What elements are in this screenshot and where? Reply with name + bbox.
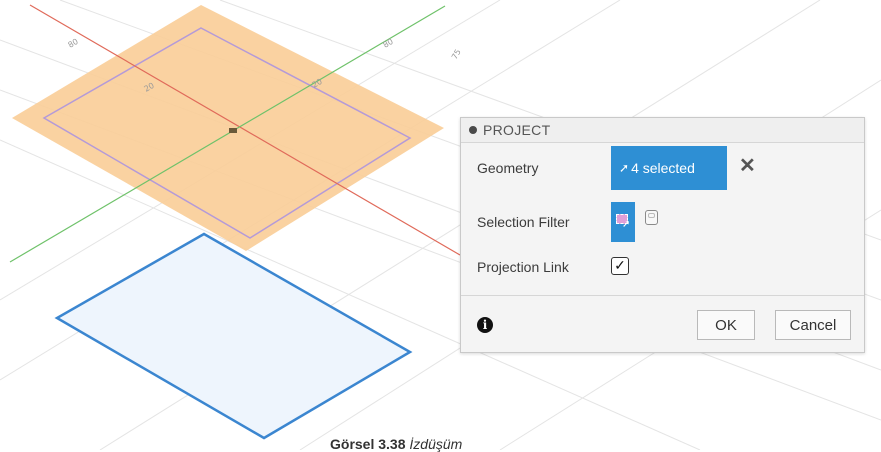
select-filter-icon[interactable]: ➚ — [611, 202, 635, 242]
selection-filter-label: Selection Filter — [477, 214, 570, 230]
geometry-selection-button[interactable]: ➚ 4 selected — [611, 146, 727, 190]
dialog-title: PROJECT — [483, 122, 551, 138]
project-dialog: PROJECT Geometry ➚ 4 selected ✕ Selectio… — [460, 117, 865, 353]
geometry-selection-count: 4 selected — [631, 160, 695, 176]
projection-link-label: Projection Link — [477, 259, 569, 275]
geometry-label: Geometry — [477, 160, 539, 176]
info-icon[interactable]: i — [477, 317, 493, 333]
ok-button[interactable]: OK — [697, 310, 755, 340]
tick-label: 80 — [382, 37, 395, 50]
tick-label: 80 — [67, 37, 80, 50]
projection-link-checkbox[interactable]: ✓ — [611, 257, 629, 275]
divider — [461, 295, 864, 296]
cancel-button[interactable]: Cancel — [775, 310, 851, 340]
body-filter-icon[interactable] — [645, 210, 658, 225]
projected-sketch[interactable] — [54, 232, 413, 440]
tick-label: 75 — [450, 48, 463, 61]
origin-point[interactable] — [229, 128, 237, 133]
collapse-icon[interactable] — [469, 126, 477, 134]
dialog-header[interactable]: PROJECT — [461, 118, 864, 143]
close-icon[interactable]: ✕ — [739, 156, 756, 176]
cursor-arrow-icon: ➚ — [619, 161, 630, 175]
